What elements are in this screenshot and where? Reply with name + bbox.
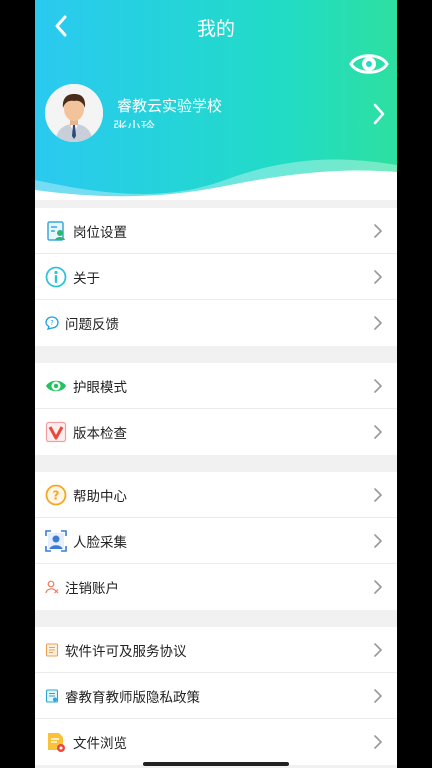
user-name: 张小玲 [113,120,155,128]
menu-item-label: 睿教育教师版隐私政策 [65,689,200,706]
chevron-right-icon [374,270,382,284]
help-icon: ? [45,484,67,506]
cancel-account-icon [45,580,59,594]
menu-item-label: 帮助中心 [73,488,127,505]
chevron-right-icon [374,425,382,439]
menu-item-label: 版本检查 [73,426,127,442]
svg-text:?: ? [50,319,54,327]
menu-item-position-settings[interactable]: 岗位设置 [35,208,397,254]
privacy-policy-icon [45,688,59,703]
license-icon [45,642,59,657]
menu-item-license-agreement[interactable]: 软件许可及服务协议 [35,627,397,673]
chevron-right-icon [374,580,382,594]
menu-item-label: 关于 [73,270,100,287]
section-divider [35,346,397,363]
home-indicator[interactable] [143,762,289,766]
profile-header: 我的 睿教云实验学校 张小玲 [35,0,397,200]
chevron-right-icon [374,643,382,657]
profile-chevron-right-icon[interactable] [369,100,389,128]
menu-item-cancel-account[interactable]: 注销账户 [35,564,397,610]
chevron-right-icon [374,224,382,238]
menu-item-label: 问题反馈 [65,317,119,333]
page-title: 我的 [196,18,235,40]
chevron-right-icon [374,735,382,749]
eye-icon [45,375,67,397]
menu-item-eye-mode[interactable]: 护眼模式 [35,363,397,409]
school-name: 睿教云实验学校 [117,97,223,115]
file-browse-icon [45,731,67,753]
eye-mode-toggle-icon[interactable] [349,48,389,80]
chevron-right-icon [374,689,382,703]
section-divider [35,610,397,627]
menu-item-face-capture[interactable]: 人脸采集 [35,518,397,564]
chevron-right-icon [374,534,382,548]
menu-item-label: 护眼模式 [73,379,127,396]
chevron-right-icon [374,488,382,502]
menu-item-privacy-policy[interactable]: 睿教育教师版隐私政策 [35,673,397,719]
settings-list: 岗位设置 关于 ? 问题反馈 护眼模式 版本检查 ? 帮助中心 人脸采集 注销账… [35,208,397,765]
version-check-icon [45,421,67,443]
chevron-right-icon [374,316,382,330]
face-capture-icon [45,529,67,552]
app-screen: 我的 睿教云实验学校 张小玲 岗位设置 关于 ? 问题反馈 护眼模式 版本检查 … [35,0,397,768]
menu-item-label: 文件浏览 [73,736,127,752]
menu-item-help-center[interactable]: ? 帮助中心 [35,472,397,518]
menu-item-label: 人脸采集 [73,534,127,551]
menu-item-feedback[interactable]: ? 问题反馈 [35,300,397,346]
info-icon [45,266,67,288]
menu-item-version-check[interactable]: 版本检查 [35,409,397,455]
user-avatar-icon [45,84,103,142]
section-divider [35,455,397,472]
menu-item-file-browse[interactable]: 文件浏览 [35,719,397,765]
chevron-right-icon [374,379,382,393]
feedback-icon: ? [45,316,59,330]
avatar[interactable] [45,84,103,142]
menu-item-label: 注销账户 [65,581,119,597]
position-settings-icon [45,220,67,242]
menu-item-label: 软件许可及服务协议 [65,643,187,660]
svg-text:?: ? [53,488,60,502]
menu-item-about[interactable]: 关于 [35,254,397,300]
menu-item-label: 岗位设置 [73,224,127,241]
header-wave [35,159,397,200]
